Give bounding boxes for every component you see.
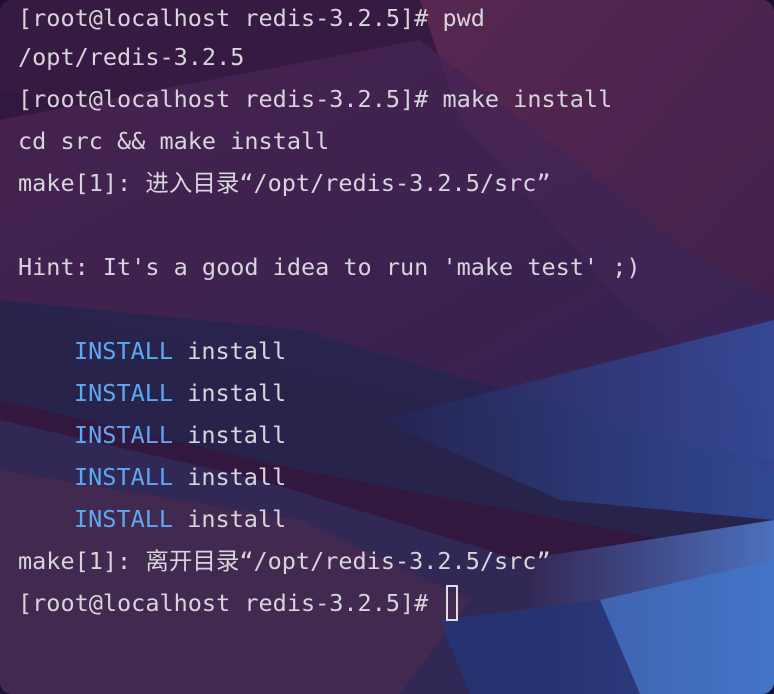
- install-target: install: [173, 337, 287, 365]
- terminal-line: Hint: It's a good idea to run 'make test…: [18, 253, 641, 281]
- terminal-line: cd src && make install: [18, 127, 330, 155]
- terminal-output[interactable]: [root@localhost redis-3.2.5]# pwd /opt/r…: [18, 0, 774, 624]
- install-keyword: INSTALL: [74, 421, 174, 449]
- install-keyword: INSTALL: [74, 463, 174, 491]
- install-line: INSTALL install: [18, 456, 774, 498]
- terminal-window: [root@localhost redis-3.2.5]# pwd /opt/r…: [0, 0, 774, 694]
- install-line: INSTALL install: [18, 330, 774, 372]
- install-target: install: [173, 379, 287, 407]
- terminal-line: make[1]: 离开目录“/opt/redis-3.2.5/src”: [18, 547, 551, 575]
- install-line: INSTALL install: [18, 372, 774, 414]
- terminal-line: make[1]: 进入目录“/opt/redis-3.2.5/src”: [18, 169, 551, 197]
- shell-prompt: [root@localhost redis-3.2.5]#: [18, 589, 443, 617]
- prompt-line[interactable]: [root@localhost redis-3.2.5]#: [18, 582, 774, 624]
- install-target: install: [173, 421, 287, 449]
- install-target: install: [173, 505, 287, 533]
- install-keyword: INSTALL: [74, 505, 174, 533]
- install-line: INSTALL install: [18, 498, 774, 540]
- terminal-line: /opt/redis-3.2.5: [18, 43, 245, 71]
- install-target: install: [173, 463, 287, 491]
- install-keyword: INSTALL: [74, 379, 174, 407]
- terminal-line: [root@localhost redis-3.2.5]# make insta…: [18, 85, 613, 113]
- terminal-line: [root@localhost redis-3.2.5]# pwd: [18, 4, 485, 32]
- text-cursor[interactable]: [446, 584, 459, 621]
- install-line: INSTALL install: [18, 414, 774, 456]
- install-keyword: INSTALL: [74, 337, 174, 365]
